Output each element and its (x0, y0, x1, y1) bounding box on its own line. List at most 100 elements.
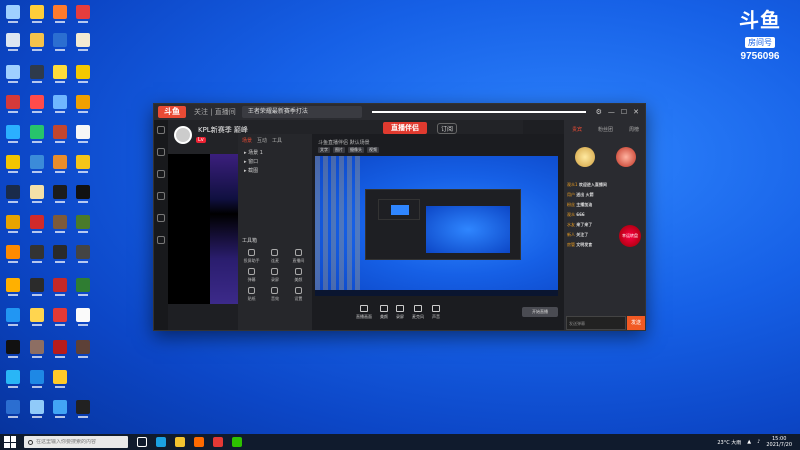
tab-interact[interactable]: 互动 (257, 137, 267, 144)
desktop-icon[interactable] (76, 33, 90, 51)
nav-breadcrumb[interactable]: 关注 | 直播间 (194, 107, 236, 117)
clock[interactable]: 15:00 2021/7/20 (766, 436, 792, 448)
desktop-icon[interactable] (6, 370, 20, 388)
chat-message[interactable]: 粉丝 主播加油 (567, 200, 643, 210)
desktop-icon[interactable] (76, 245, 90, 263)
desktop-icon[interactable] (53, 340, 67, 358)
source-chip[interactable]: 文字 (318, 147, 330, 153)
tool-item[interactable]: 录屏 (264, 268, 285, 283)
control-button[interactable]: 声音 (432, 304, 440, 320)
preview-canvas[interactable] (315, 156, 558, 296)
control-button[interactable]: 录屏 (396, 304, 404, 320)
tool-item[interactable]: 弹幕 (241, 268, 262, 283)
desktop-icon[interactable] (30, 65, 44, 83)
task-view-icon[interactable] (137, 437, 147, 447)
tab-weekly[interactable]: 周榜 (629, 126, 639, 133)
desktop-icon[interactable] (76, 185, 90, 203)
streaming-app-icon[interactable] (213, 437, 223, 447)
tool-item[interactable]: 贴纸 (241, 287, 262, 302)
desktop-icon[interactable] (53, 185, 67, 203)
tab-vip[interactable]: 贵宾 (572, 126, 582, 133)
desktop-icon[interactable] (6, 33, 20, 51)
control-button[interactable]: 麦克风 (412, 304, 424, 320)
home-icon[interactable] (157, 126, 165, 134)
desktop-icon[interactable] (53, 308, 67, 326)
tool-item[interactable]: 设置 (288, 287, 309, 302)
desktop-icon[interactable] (6, 185, 20, 203)
tool-item[interactable]: 投屏助手 (241, 249, 262, 264)
desktop-icon[interactable] (30, 95, 44, 113)
start-live-button[interactable]: 开始直播 (522, 307, 558, 317)
desktop-icon[interactable] (53, 245, 67, 263)
desktop-icon[interactable] (76, 65, 90, 83)
desktop-icon[interactable] (6, 340, 20, 358)
taskbar-search[interactable] (24, 436, 128, 448)
desktop-icon[interactable] (6, 215, 20, 233)
maximize-icon[interactable]: ☐ (621, 108, 627, 116)
address-bar[interactable] (371, 111, 586, 113)
source-chip[interactable]: 视频 (367, 147, 379, 153)
desktop-icon[interactable] (30, 278, 44, 296)
video-thumbnails[interactable] (210, 154, 238, 304)
desktop-icon[interactable] (53, 400, 67, 418)
lucky-wheel-button[interactable]: 幸运转盘 (619, 225, 641, 247)
tool-item[interactable]: 美颜 (288, 268, 309, 283)
edge-icon[interactable] (156, 437, 166, 447)
desktop-icon[interactable] (76, 215, 90, 233)
scene-item[interactable]: ▸ 截图 (244, 167, 306, 176)
category-icon[interactable] (157, 170, 165, 178)
live-video[interactable] (168, 154, 210, 304)
streamer-avatar[interactable] (174, 126, 192, 144)
desktop-icon[interactable] (30, 185, 44, 203)
desktop-icon[interactable] (53, 125, 67, 143)
desktop-icon[interactable] (30, 308, 44, 326)
desktop-icon[interactable] (76, 155, 90, 173)
minimize-icon[interactable]: — (608, 108, 615, 116)
game-icon[interactable] (157, 192, 165, 200)
follow-icon[interactable] (157, 148, 165, 156)
desktop-icon[interactable] (76, 5, 90, 23)
chat-input[interactable]: 发送弹幕 (566, 316, 626, 330)
desktop-icon[interactable] (53, 65, 67, 83)
desktop-icon[interactable] (6, 125, 20, 143)
desktop-icon[interactable] (6, 95, 20, 113)
desktop-icon[interactable] (6, 308, 20, 326)
browser-tab[interactable]: 王者荣耀最新赛季打法 (241, 106, 362, 118)
scene-item[interactable]: ▸ 窗口 (244, 158, 306, 167)
douyu-app-icon[interactable] (194, 437, 204, 447)
desktop-icon[interactable] (30, 340, 44, 358)
volume-icon[interactable]: ♪ (757, 439, 760, 445)
tab-fans[interactable]: 粉丝团 (598, 126, 613, 133)
desktop-icon[interactable] (6, 155, 20, 173)
control-button[interactable]: 美颜 (380, 304, 388, 320)
chat-message[interactable]: 用户 送出 火箭 (567, 190, 643, 200)
desktop-icon[interactable] (30, 33, 44, 51)
desktop-icon[interactable] (76, 95, 90, 113)
settings-icon[interactable]: ⚙ (596, 108, 602, 116)
source-chip[interactable]: 图片 (333, 147, 345, 153)
desktop-icon[interactable] (6, 5, 20, 23)
desktop-icon[interactable] (30, 125, 44, 143)
more-icon[interactable] (157, 236, 165, 244)
desktop-icon[interactable] (6, 245, 20, 263)
desktop-icon[interactable] (76, 125, 90, 143)
top-gift-avatar[interactable] (574, 147, 595, 167)
desktop-icon[interactable] (53, 5, 67, 23)
scene-item[interactable]: ▸ 场景 1 (244, 149, 306, 158)
desktop-icon[interactable] (53, 155, 67, 173)
video-icon[interactable] (157, 214, 165, 222)
desktop-icon[interactable] (76, 400, 90, 418)
desktop-icon[interactable] (53, 33, 67, 51)
desktop-icon[interactable] (53, 95, 67, 113)
desktop-icon[interactable] (53, 278, 67, 296)
desktop-icon[interactable] (53, 370, 67, 388)
desktop-icon[interactable] (30, 155, 44, 173)
file-explorer-icon[interactable] (175, 437, 185, 447)
desktop-icon[interactable] (30, 215, 44, 233)
desktop-icon[interactable] (30, 5, 44, 23)
desktop-icon[interactable] (76, 308, 90, 326)
wechat-icon[interactable] (232, 437, 242, 447)
send-button[interactable]: 发送 (627, 316, 645, 330)
weather-widget[interactable]: 23°C 大雨 (717, 439, 741, 446)
desktop-icon[interactable] (53, 215, 67, 233)
